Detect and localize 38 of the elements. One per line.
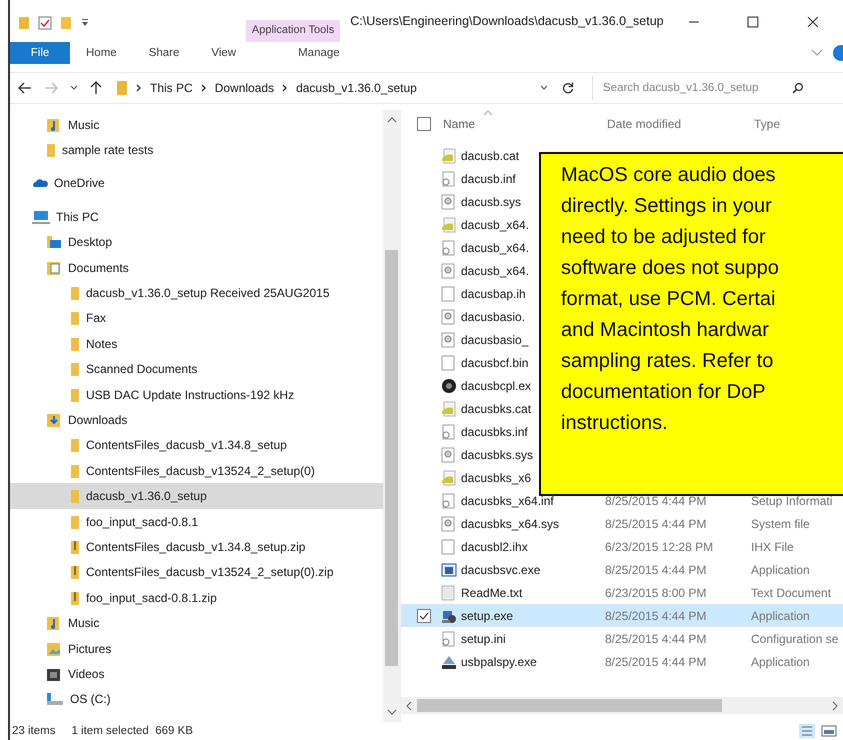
selection-info: 1 item selected 669 KB (71, 725, 193, 737)
file-name: dacusbl2.ihx (461, 540, 529, 554)
file-name: ReadMe.txt (461, 586, 524, 600)
file-type: Text Document (751, 586, 832, 600)
file-name: dacusb_x64. (461, 240, 530, 254)
file-type: Application (751, 562, 810, 576)
date-modified: 8/25/2015 4:44 PM (605, 632, 708, 646)
file-name: dacusb_x64. (461, 218, 530, 232)
file-name: dacusb.cat (461, 148, 520, 162)
date-modified: 8/25/2015 4:44 PM (605, 494, 708, 508)
file-name: dacusbasio. (461, 310, 526, 324)
file-name: usbpalspy.exe (461, 654, 538, 668)
date-modified: 8/25/2015 4:44 PM (605, 562, 708, 576)
file-type: IHX File (751, 540, 794, 554)
date-modified: 6/23/2015 12:28 PM (605, 540, 714, 554)
file-name: setup.ini (461, 632, 507, 646)
file-type: System file (751, 516, 810, 530)
file-name: dacusbks.cat (461, 402, 532, 416)
file-name: dacusbks.sys (461, 448, 534, 462)
file-type: Setup Informati (751, 494, 832, 508)
item-count: 23 items (12, 725, 56, 737)
file-name: dacusbks_x64.sys (461, 516, 560, 530)
date-modified: 8/25/2015 4:44 PM (605, 608, 708, 622)
date-modified: 8/25/2015 4:44 PM (605, 654, 708, 668)
window-title: C:\Users\Engineering\Downloads\dacusb_v1.36.0_setup (349, 14, 664, 30)
file-name: setup.exe (461, 608, 514, 622)
file-name: dacusbsvc.exe (461, 562, 542, 576)
file-type: Application (751, 608, 810, 622)
date-modified: 8/25/2015 4:44 PM (605, 516, 708, 530)
file-name: dacusbasio_ (461, 332, 530, 346)
date-modified: 6/23/2015 8:00 PM (605, 586, 708, 600)
file-type: Application (751, 654, 810, 668)
callout-text: MacOS core audio does directly. Settings in your need to be adjusted for software does not suppo format, use PCM. Certai and Macintosh hardwar sampling rates. Refer to documentation for DoP instructions. (561, 163, 780, 436)
file-type: Configuration se (751, 632, 838, 646)
file-name: dacusbks.inf (461, 424, 529, 438)
file-name: dacusbks_x64.inf (461, 494, 555, 508)
file-name: dacusbks_x6 (461, 470, 532, 484)
context-tab-header: Application Tools (246, 20, 340, 42)
